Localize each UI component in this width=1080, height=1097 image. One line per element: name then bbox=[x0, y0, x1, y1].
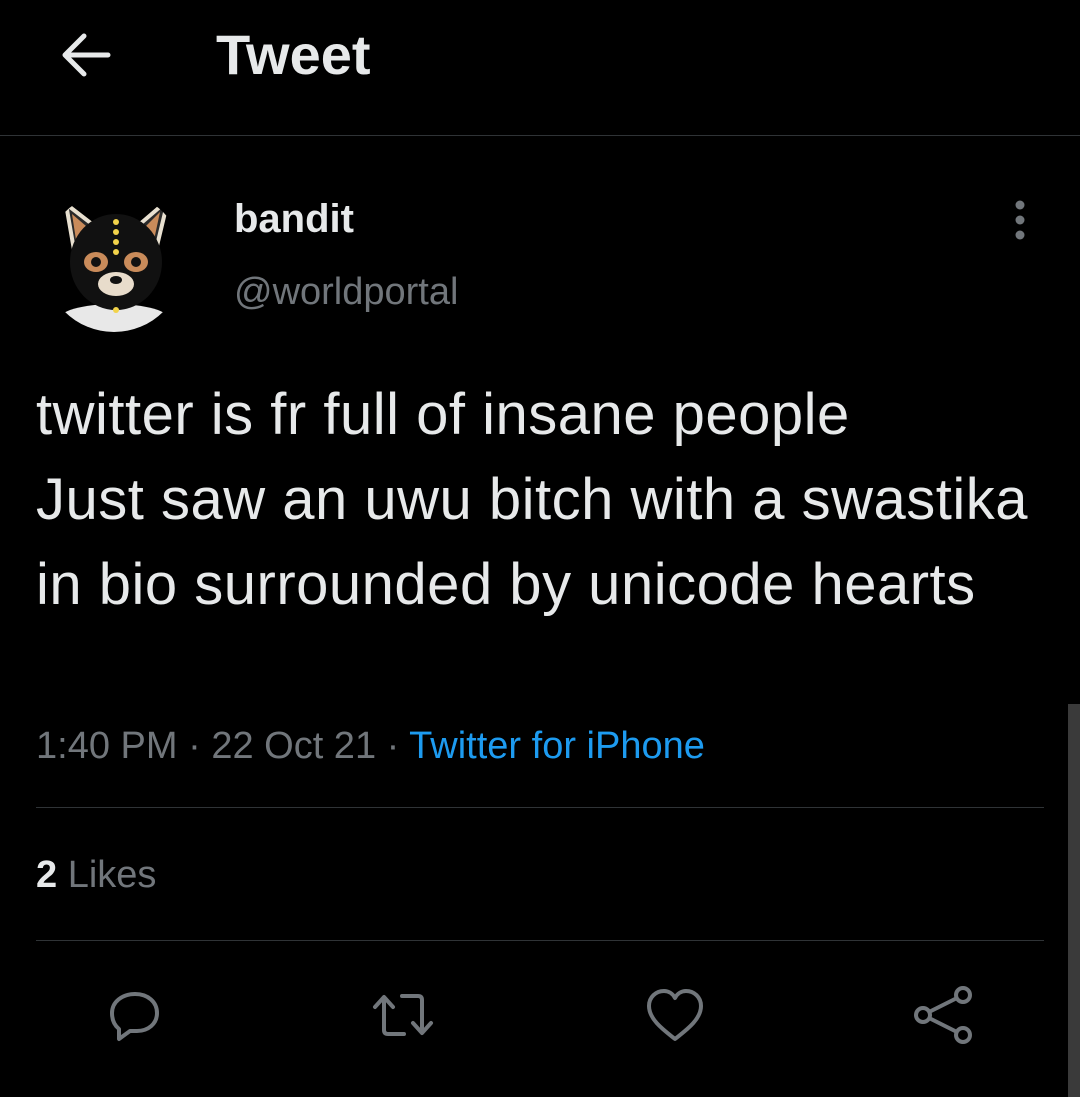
tweet-metadata: 1:40 PM · 22 Oct 21 · Twitter for iPhone bbox=[36, 722, 705, 770]
share-button[interactable] bbox=[908, 980, 978, 1050]
meta-separator: · bbox=[386, 725, 400, 767]
reply-icon bbox=[110, 992, 159, 1041]
reply-button[interactable] bbox=[100, 980, 170, 1050]
back-button[interactable] bbox=[50, 20, 120, 90]
scrollbar[interactable] bbox=[1068, 704, 1080, 1097]
tweet-text: twitter is fr full of insane people Just… bbox=[36, 382, 1029, 617]
retweet-button[interactable] bbox=[368, 980, 438, 1050]
like-button[interactable] bbox=[640, 980, 710, 1050]
divider bbox=[36, 940, 1044, 941]
masked-dog-avatar bbox=[44, 192, 184, 332]
likes-label: Likes bbox=[67, 854, 157, 896]
more-options-button[interactable] bbox=[996, 196, 1044, 244]
divider bbox=[36, 807, 1044, 808]
heart-icon bbox=[647, 989, 703, 1041]
top-bar: Tweet bbox=[0, 0, 1080, 136]
avatar[interactable] bbox=[44, 192, 184, 332]
author-display-name[interactable]: bandit bbox=[234, 196, 354, 242]
likes-number: 2 bbox=[36, 854, 58, 896]
meta-separator: · bbox=[188, 725, 201, 767]
tweet-date: 22 Oct 21 bbox=[211, 725, 377, 767]
arrow-left-icon bbox=[62, 33, 111, 77]
share-icon bbox=[914, 986, 972, 1044]
tweet-time: 1:40 PM bbox=[36, 725, 178, 767]
author-handle[interactable]: @worldportal bbox=[234, 270, 458, 314]
more-vertical-icon bbox=[1015, 200, 1025, 240]
retweet-icon bbox=[373, 994, 433, 1036]
likes-count[interactable]: 2 Likes bbox=[36, 852, 156, 898]
page-title: Tweet bbox=[216, 23, 371, 86]
tweet-source-link[interactable]: Twitter for iPhone bbox=[409, 725, 705, 767]
